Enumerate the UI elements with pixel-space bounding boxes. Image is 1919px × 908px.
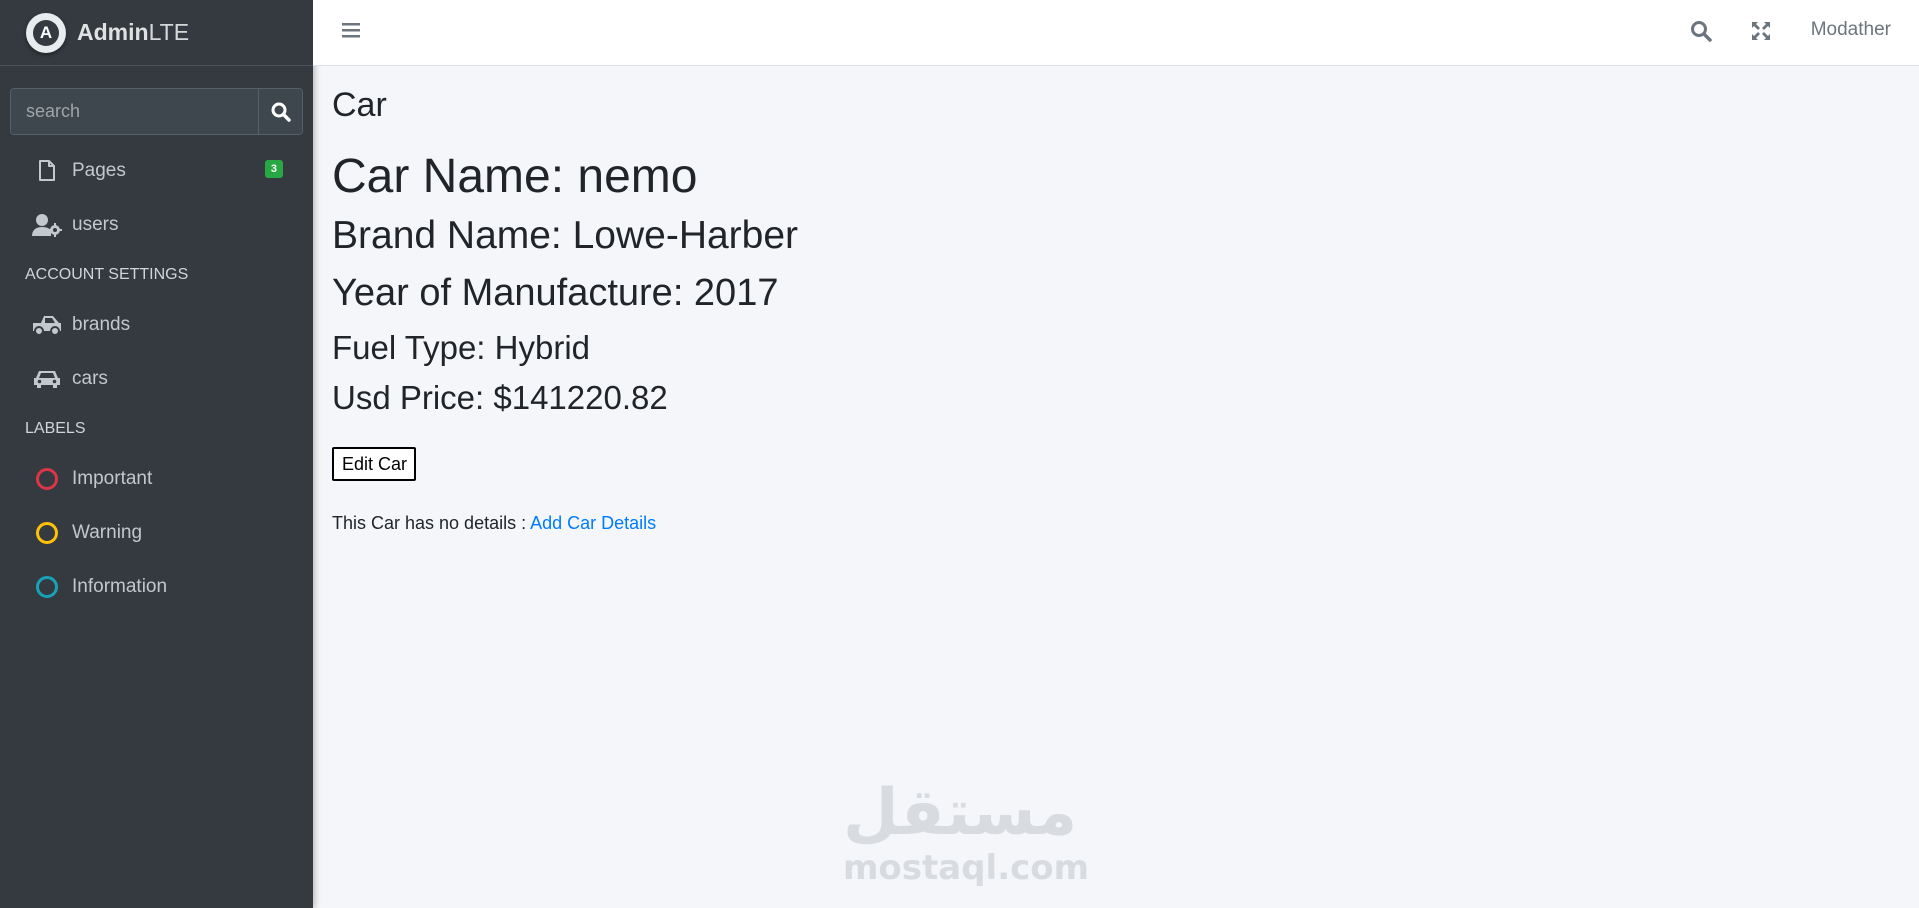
nav-header-account-settings: ACCOUNT SETTINGS [25,266,189,283]
sidebar-item-cars[interactable]: cars [0,352,313,406]
sidebar-item-label: users [72,214,119,235]
sidebar-item-important[interactable]: Important [0,452,313,506]
sidebar-item-label: Information [72,576,168,597]
brand-link[interactable]: A AdminLTE [0,0,313,66]
watermark-arabic: مستقل [843,776,1079,850]
pages-count-badge: 3 [264,160,283,178]
file-icon [32,160,62,182]
page-title: Car [332,86,387,124]
top-navbar: Modather [313,0,1919,66]
sidebar-nav: Pages 3 users ACCOUNT SETTINGS brands ca… [0,144,313,614]
sidebar-item-label: Warning [72,522,143,543]
search-button[interactable] [258,89,302,134]
year-of-manufacture: Year of Manufacture: 2017 [332,272,779,314]
edit-car-button[interactable]: Edit Car [332,447,417,481]
car-icon [32,368,62,390]
sidebar-item-information[interactable]: Information [0,560,313,614]
usd-price: Usd Price: $141220.82 [332,379,668,416]
sidebar-item-brands[interactable]: brands [0,298,313,352]
circle-important-icon [32,468,62,490]
sidebar-item-warning[interactable]: Warning [0,506,313,560]
fuel-type: Fuel Type: Hybrid [332,329,591,366]
car-name: Car Name: nemo [332,150,698,203]
add-car-details-link[interactable]: Add Car Details [530,513,656,533]
mostaql-watermark: مستقل mostaql.com [843,776,1090,888]
sidebar: A AdminLTE Pages 3 [0,0,313,908]
sidebar-item-label: Pages [72,160,126,181]
brand-logo-icon: A [26,12,66,53]
search-input[interactable] [11,89,258,134]
sidebar-item-pages[interactable]: Pages 3 [0,144,313,198]
search-icon [271,102,291,122]
sidebar-item-label: brands [72,314,131,335]
navbar-search-button[interactable] [1690,20,1712,47]
brand-name-bold: Admin [77,19,149,45]
watermark-latin: mostaql.com [843,848,1090,888]
brand-text: AdminLTE [77,19,189,46]
search-icon [1691,21,1712,42]
hamburger-icon [342,23,360,38]
main-content: Car Car Name: nemo Brand Name: Lowe-Harb… [332,66,1892,534]
expand-arrows-icon [1752,22,1770,40]
sidebar-item-label: cars [72,368,108,389]
brand-name-light: LTE [148,19,190,45]
nav-header-labels: LABELS [25,420,86,437]
brand-name: Brand Name: Lowe-Harber [332,214,799,257]
sidebar-item-label: Important [72,468,153,489]
menu-toggle-button[interactable] [341,20,361,45]
sidebar-search [10,88,303,135]
sidebar-item-users[interactable]: users [0,198,313,252]
no-details-message: This Car has no details : Add Car Detail… [332,513,1892,534]
circle-warning-icon [32,522,62,544]
circle-information-icon [32,576,62,598]
fullscreen-button[interactable] [1750,20,1772,47]
users-cog-icon [32,213,62,237]
user-menu[interactable]: Modather [1811,19,1891,41]
truck-pickup-icon [32,314,62,336]
no-details-text: This Car has no details : [332,513,531,533]
